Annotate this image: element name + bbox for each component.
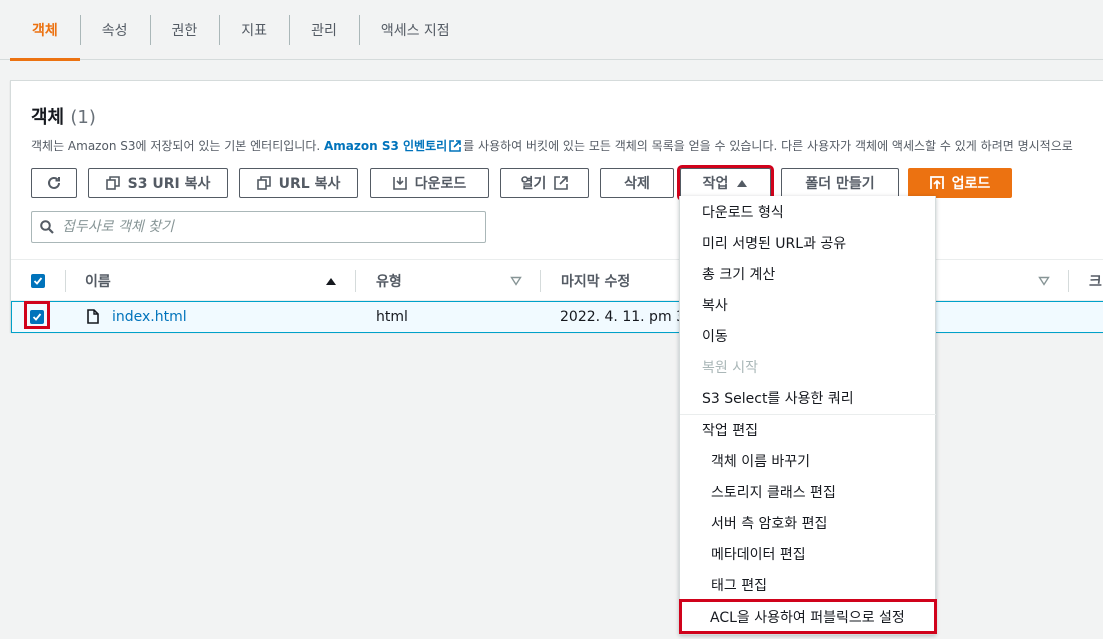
menu-item-move[interactable]: 이동: [680, 320, 936, 351]
description-text-end: 를 사용하여 버킷에 있는 모든 객체의 목록을 얻을 수 있습니다. 다른 사…: [463, 139, 1073, 153]
checkmark-icon: [33, 277, 43, 285]
delete-button[interactable]: 삭제: [600, 168, 674, 198]
row-checkbox[interactable]: [30, 310, 44, 324]
description-text-start: 객체는 Amazon S3에 저장되어 있는 기본 엔터티입니다.: [31, 139, 324, 153]
column-name-label: 이름: [85, 274, 111, 290]
copy-icon: [105, 176, 120, 190]
open-label: 열기: [520, 176, 547, 192]
open-button[interactable]: 열기: [500, 168, 589, 198]
menu-item-calculate-total-size[interactable]: 총 크기 계산: [680, 258, 936, 289]
download-button[interactable]: 다운로드: [370, 168, 489, 198]
delete-label: 삭제: [624, 176, 650, 192]
copy-url-label: URL 복사: [278, 176, 341, 192]
column-size[interactable]: 크: [1089, 260, 1102, 302]
tab-access-points[interactable]: 액세스 지점: [358, 0, 472, 60]
menu-item-make-public-using-acl[interactable]: ACL을 사용하여 퍼블릭으로 설정: [679, 599, 937, 634]
object-search-box: [31, 211, 486, 243]
inventory-link-label: Amazon S3 인벤토리: [324, 139, 448, 153]
tab-bar: 객체 속성 권한 지표 관리 액세스 지점: [0, 0, 1103, 61]
actions-menu: 다운로드 형식 미리 서명된 URL과 공유 총 크기 계산 복사 이동 복원 …: [679, 196, 937, 635]
download-label: 다운로드: [414, 176, 467, 192]
object-name-link[interactable]: index.html: [112, 302, 187, 332]
refresh-button[interactable]: [31, 168, 77, 198]
column-type-label: 유형: [376, 274, 402, 290]
tab-metrics[interactable]: 지표: [219, 0, 289, 60]
copy-s3-uri-button[interactable]: S3 URI 복사: [88, 168, 228, 198]
menu-item-rename-object[interactable]: 객체 이름 바꾸기: [680, 445, 936, 476]
sort-ascending-icon[interactable]: [325, 276, 337, 286]
object-last-modified: 2022. 4. 11. pm 3:4: [560, 309, 699, 325]
menu-item-edit-metadata[interactable]: 메타데이터 편집: [680, 538, 936, 569]
table-row[interactable]: index.html html 2022. 4. 11. pm 3:4: [11, 301, 1103, 333]
external-link-icon: [554, 176, 569, 190]
tab-permissions[interactable]: 권한: [149, 0, 220, 60]
actions-label: 작업: [702, 176, 729, 192]
caret-up-icon: [737, 180, 748, 187]
copy-url-button[interactable]: URL 복사: [239, 168, 358, 198]
menu-item-download-as[interactable]: 다운로드 형식: [680, 196, 936, 227]
search-input[interactable]: [62, 214, 472, 240]
menu-item-initiate-restore: 복원 시작: [702, 359, 758, 376]
menu-item-edit-tags[interactable]: 태그 편집: [680, 569, 936, 600]
column-last-modified[interactable]: 마지막 수정: [561, 260, 630, 302]
panel-description: 객체는 Amazon S3에 저장되어 있는 기본 엔터티입니다. Amazon…: [31, 137, 1073, 154]
sort-icon[interactable]: [1038, 276, 1050, 286]
menu-item-share-presigned-url[interactable]: 미리 서명된 URL과 공유: [680, 227, 936, 258]
refresh-icon: [48, 176, 60, 189]
sort-icon[interactable]: [510, 276, 522, 286]
upload-label: 업로드: [951, 176, 991, 192]
upload-button[interactable]: 업로드: [908, 168, 1012, 198]
tab-management[interactable]: 관리: [289, 0, 359, 60]
objects-panel: 객체 (1) 객체는 Amazon S3에 저장되어 있는 기본 엔터티입니다.…: [10, 80, 1103, 333]
menu-item-edit-storage-class[interactable]: 스토리지 클래스 편집: [680, 476, 936, 507]
search-icon: [40, 220, 54, 234]
panel-title-text: 객체: [31, 107, 65, 128]
copy-icon: [256, 176, 271, 190]
table-header: 이름 유형 마지막 수정 크: [11, 259, 1103, 301]
upload-icon: [929, 176, 944, 189]
external-link-icon: [449, 140, 461, 152]
column-size-label: 크: [1089, 274, 1102, 290]
inventory-link[interactable]: Amazon S3 인벤토리: [324, 139, 463, 153]
menu-item-query-s3-select[interactable]: S3 Select를 사용한 쿼리: [680, 382, 936, 413]
copy-s3-uri-label: S3 URI 복사: [127, 176, 211, 192]
menu-item-copy[interactable]: 복사: [680, 289, 936, 320]
download-icon: [392, 177, 407, 190]
menu-item-edit-server-side-encryption[interactable]: 서버 측 암호화 편집: [680, 507, 936, 538]
column-type[interactable]: 유형: [376, 260, 402, 302]
panel-title: 객체 (1): [31, 103, 96, 129]
create-folder-button[interactable]: 폴더 만들기: [781, 168, 899, 198]
select-all-checkbox[interactable]: [31, 274, 45, 288]
tab-properties[interactable]: 속성: [79, 0, 150, 60]
column-last-modified-label: 마지막 수정: [561, 274, 631, 290]
tab-objects[interactable]: 객체: [10, 0, 80, 61]
checkmark-icon: [32, 313, 42, 321]
object-count: (1): [70, 107, 96, 128]
menu-group-edit-actions: 작업 편집: [702, 422, 758, 439]
create-folder-label: 폴더 만들기: [805, 176, 875, 192]
file-icon: [87, 309, 99, 324]
column-name[interactable]: 이름: [85, 260, 111, 302]
object-type: html: [376, 309, 408, 325]
actions-dropdown-button[interactable]: 작업: [677, 165, 774, 201]
